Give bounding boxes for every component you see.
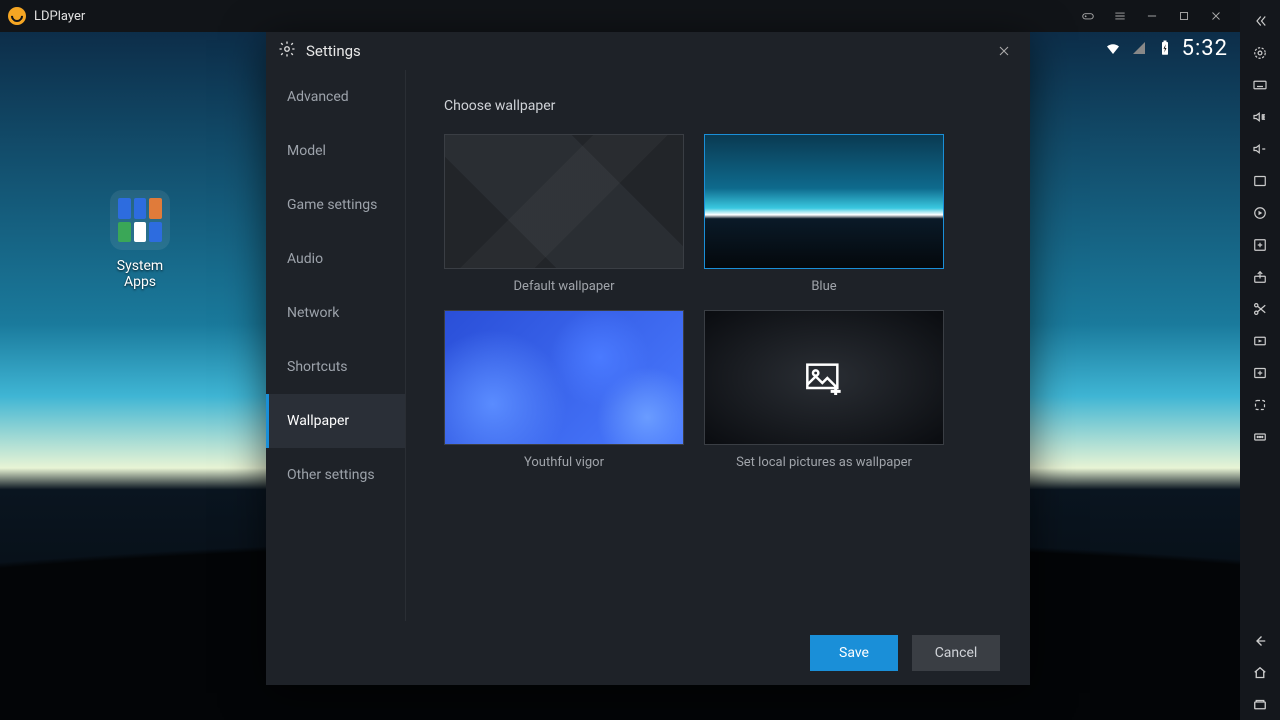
app-title: LDPlayer [34,9,85,24]
clock-text: 5:32 [1182,36,1228,61]
wallpaper-grid: Default wallpaper Blue Youthful vigor Set l… [444,134,992,470]
mini-app-icon [149,222,162,243]
cancel-button[interactable]: Cancel [912,635,1000,671]
mini-app-icon [118,222,131,243]
mini-app-icon [134,198,147,219]
record-icon[interactable] [1244,326,1276,356]
wallpaper-thumbnail [444,310,684,445]
sync-icon[interactable] [1244,198,1276,228]
sidebar-item-advanced[interactable]: Advanced [266,70,405,124]
sidebar-item-model[interactable]: Model [266,124,405,178]
sidebar-item-audio[interactable]: Audio [266,232,405,286]
gear-icon [278,40,296,62]
scissors-icon[interactable] [1244,294,1276,324]
gamepad-icon[interactable] [1072,0,1104,32]
volume-up-icon[interactable] [1244,102,1276,132]
maximize-button[interactable] [1168,0,1200,32]
right-toolbar [1240,0,1280,720]
share-icon[interactable] [1244,262,1276,292]
recents-icon[interactable] [1244,690,1276,720]
sidebar-item-wallpaper[interactable]: Wallpaper [266,394,405,448]
toolbar-settings-gear-icon[interactable] [1244,38,1276,68]
keyboard-icon[interactable] [1244,70,1276,100]
save-button[interactable]: Save [810,635,898,671]
settings-dialog: Settings AdvancedModelGame settingsAudio… [266,32,1030,685]
operation-record-icon[interactable] [1244,358,1276,388]
mini-app-icon [134,222,147,243]
wallpaper-thumbnail [704,134,944,269]
wallpaper-label: Youthful vigor [444,455,684,470]
minimize-button[interactable] [1136,0,1168,32]
folder-icon [110,190,170,250]
wallpaper-label: Default wallpaper [444,279,684,294]
menu-icon[interactable] [1104,0,1136,32]
install-apk-icon[interactable] [1244,230,1276,260]
dialog-header: Settings [266,32,1030,70]
wallpaper-thumbnail [704,310,944,445]
wallpaper-option-default[interactable]: Default wallpaper [444,134,684,294]
section-heading: Choose wallpaper [444,98,992,114]
android-status-bar: 5:32 [1104,32,1240,64]
settings-sidebar: AdvancedModelGame settingsAudioNetworkSh… [266,70,406,621]
volume-down-icon[interactable] [1244,134,1276,164]
collapse-toolbar-icon[interactable] [1244,6,1276,36]
mini-app-icon [118,198,131,219]
more-icon[interactable] [1244,422,1276,452]
wallpaper-option-local[interactable]: Set local pictures as wallpaper [704,310,944,470]
close-button[interactable] [1200,0,1232,32]
wallpaper-label: Blue [704,279,944,294]
wifi-icon [1104,39,1122,57]
sidebar-item-game-settings[interactable]: Game settings [266,178,405,232]
system-apps-label: System Apps [100,258,180,290]
no-sim-icon [1130,39,1148,57]
rotate-icon[interactable] [1244,390,1276,420]
wallpaper-option-vigor[interactable]: Youthful vigor [444,310,684,470]
dialog-footer: Save Cancel [266,621,1030,685]
app-titlebar: LDPlayer [0,0,1240,32]
battery-charging-icon [1156,39,1174,57]
dialog-close-button[interactable] [990,37,1018,65]
home-icon[interactable] [1244,658,1276,688]
sidebar-item-other-settings[interactable]: Other settings [266,448,405,502]
back-icon[interactable] [1244,626,1276,656]
fullscreen-icon[interactable] [1244,166,1276,196]
sidebar-item-shortcuts[interactable]: Shortcuts [266,340,405,394]
mini-app-icon [149,198,162,219]
sidebar-item-network[interactable]: Network [266,286,405,340]
system-apps-folder[interactable]: System Apps [100,190,180,290]
wallpaper-label: Set local pictures as wallpaper [704,455,944,470]
dialog-title: Settings [306,42,361,60]
wallpaper-option-blue[interactable]: Blue [704,134,944,294]
settings-content: Choose wallpaper Default wallpaper Blue Yo… [406,70,1030,621]
ldplayer-logo-icon [8,7,26,25]
wallpaper-thumbnail [444,134,684,269]
